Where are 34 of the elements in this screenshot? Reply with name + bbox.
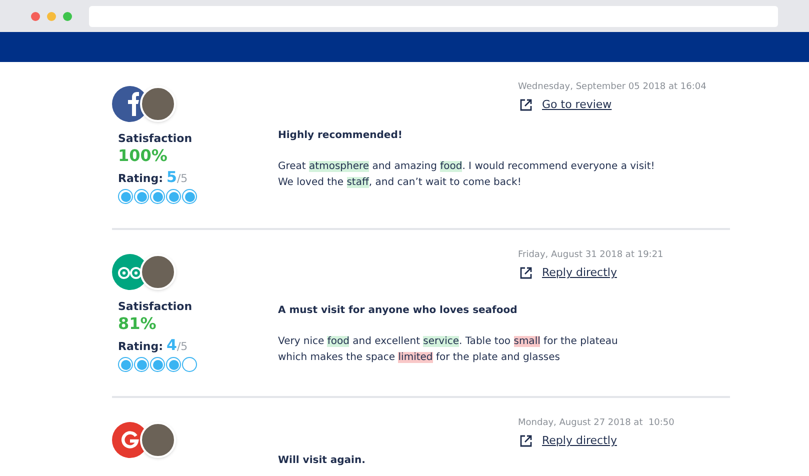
review-link[interactable]: Go to review <box>542 97 612 113</box>
review-date: Wednesday, September 05 2018 at 16:04 <box>518 81 708 93</box>
review-text-line: Great atmosphere and amazing food. I would recommend everyone a visit! <box>278 160 656 174</box>
satisfaction-value: 81% <box>118 314 158 334</box>
satisfaction-label: Satisfaction <box>118 300 194 314</box>
review-link[interactable]: Reply directly <box>542 265 617 281</box>
rating-text: Rating: 5/5 <box>118 169 189 187</box>
reviewer-photo-placeholder <box>140 254 176 290</box>
external-link-icon <box>520 99 532 111</box>
review-link[interactable]: Reply directly <box>542 433 617 449</box>
rating-dot <box>166 357 181 372</box>
review-text-line: We loved the staff, and can’t wait to come back! <box>278 176 522 190</box>
external-link-icon <box>520 267 532 279</box>
rating-dot <box>150 357 165 372</box>
satisfaction-label: Satisfaction <box>118 132 194 146</box>
rating-text: Rating: 4/5 <box>118 337 189 355</box>
review-title: Will visit again. <box>278 454 366 468</box>
rating-dot <box>150 189 165 204</box>
rating-dot <box>118 357 133 372</box>
review-title: A must visit for anyone who loves seafood <box>278 304 518 318</box>
review-date: Monday, August 27 2018 at 10:50 <box>518 417 676 429</box>
reviewer-photo-placeholder <box>140 86 176 122</box>
review-text-line: which makes the space limited for the plate and glasses <box>278 351 561 365</box>
review-title: Highly recommended! <box>278 129 404 143</box>
rating-dot <box>182 189 197 204</box>
satisfaction-value: 100% <box>118 146 168 166</box>
reviewer-photo-placeholder <box>140 422 176 458</box>
review-text-line: Very nice food and excellent service. Table too small for the plateau <box>278 335 619 349</box>
rating-dot <box>134 357 149 372</box>
review-date: Friday, August 31 2018 at 19:21 <box>518 249 664 261</box>
rating-dot <box>118 189 133 204</box>
rating-dot <box>134 189 149 204</box>
rating-dot <box>166 189 181 204</box>
external-link-icon <box>520 435 532 447</box>
